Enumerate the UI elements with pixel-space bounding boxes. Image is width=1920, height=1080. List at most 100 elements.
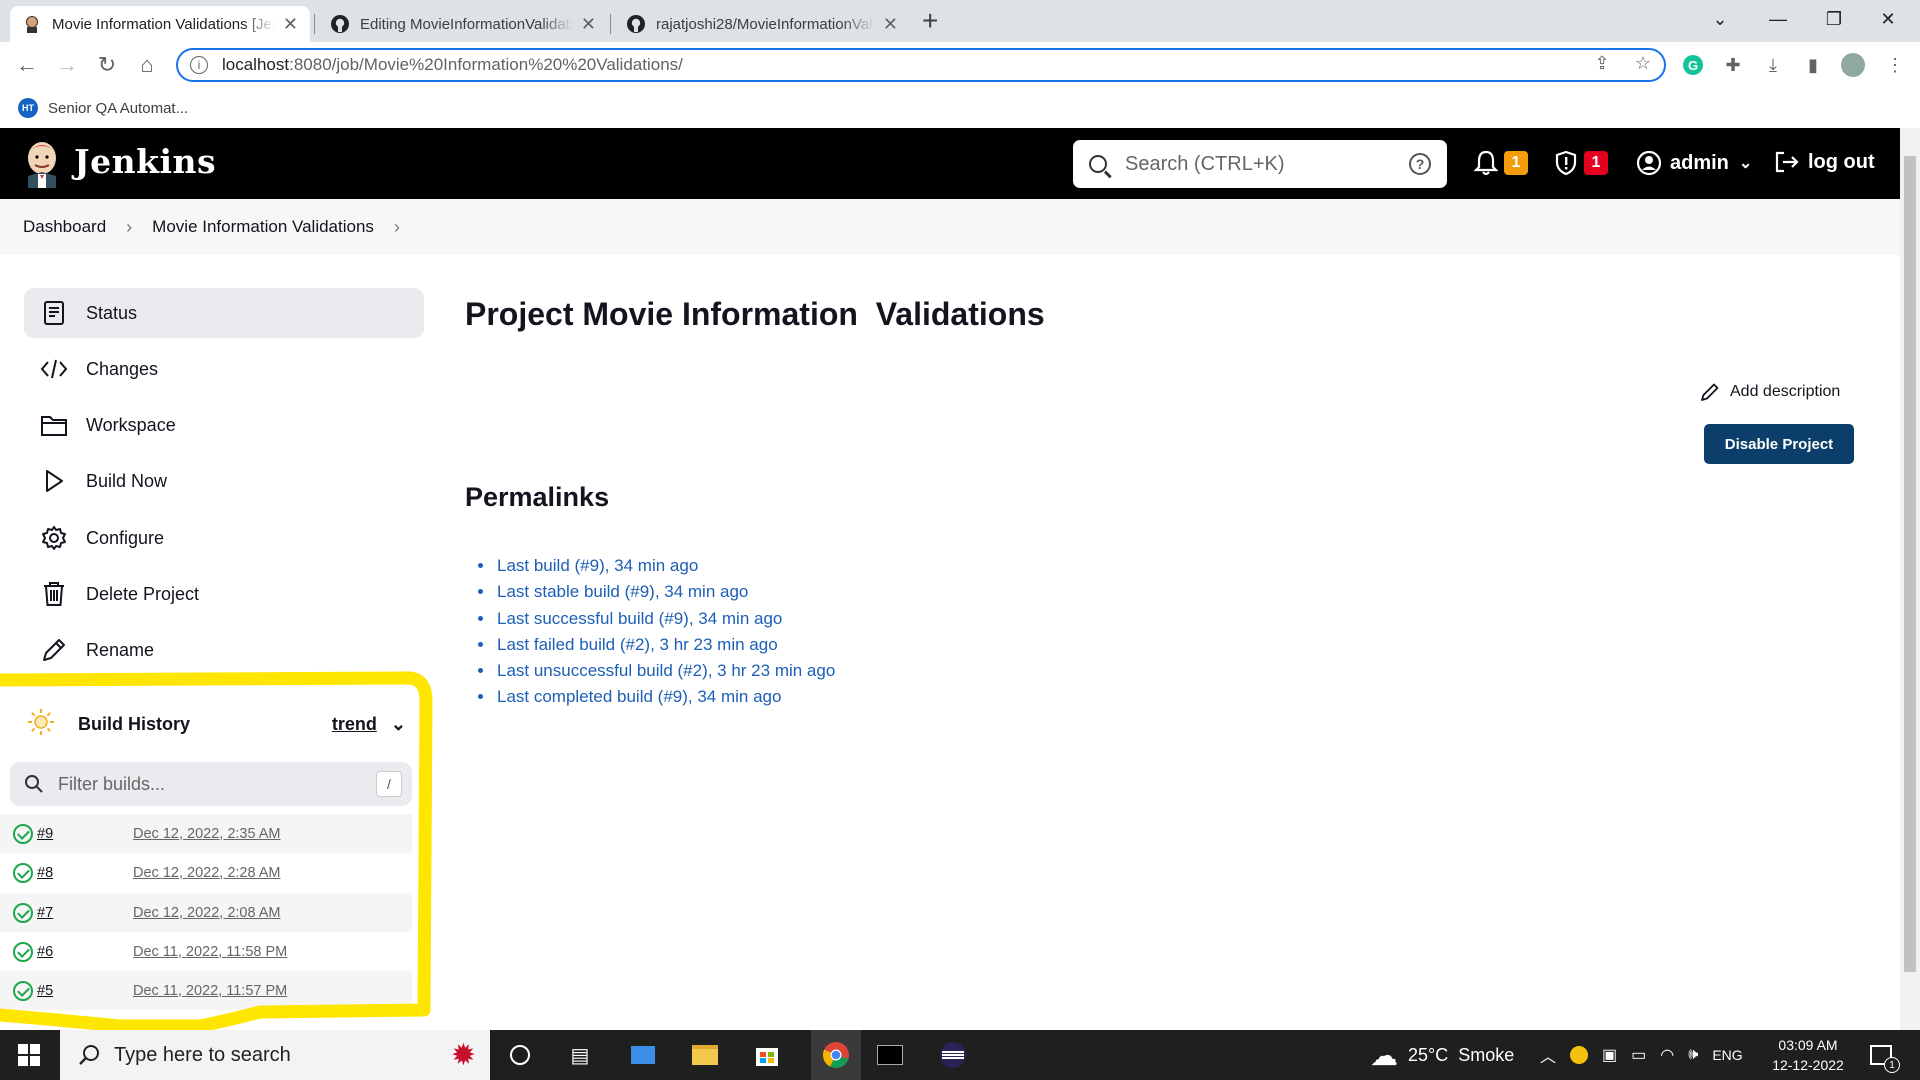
table-row[interactable]: #7 Dec 12, 2022, 2:08 AM [0,893,412,932]
battery-icon[interactable]: ▭ [1631,1045,1646,1065]
chrome-menu-icon[interactable]: ⋮ [1882,52,1908,78]
tray-app-icon[interactable] [1570,1046,1589,1064]
scrollbar-thumb[interactable] [1904,156,1916,972]
add-description-link[interactable]: Add description [1700,382,1840,402]
bookmark-star-icon[interactable]: ☆ [1630,50,1656,76]
profile-avatar[interactable] [1840,52,1866,78]
sidebar-item-workspace[interactable]: Workspace [24,400,424,450]
task-view-icon[interactable]: ▤ [565,1040,595,1070]
bookmark-item[interactable]: Senior QA Automat... [48,100,188,117]
microsoft-store-icon[interactable] [752,1040,782,1070]
breadcrumb-chevron-icon[interactable]: › [394,217,400,238]
sidebar-item-delete-project[interactable]: Delete Project [24,569,424,619]
build-date-link[interactable]: Dec 12, 2022, 2:08 AM [133,905,281,921]
sidebar-item-build-now[interactable]: Build Now [24,456,424,506]
table-row[interactable]: #9 Dec 12, 2022, 2:35 AM [0,814,412,853]
address-bar[interactable]: i localhost:8080/job/Movie%20Information… [176,48,1666,82]
jenkins-logo-icon[interactable] [22,138,62,188]
tab-github-repo[interactable]: rajatjoshi28/MovieInformationValidations… [614,6,910,42]
build-number-link[interactable]: #9 [37,826,133,842]
sidebar-item-rename[interactable]: Rename [24,625,424,675]
new-tab-icon[interactable]: + [922,6,938,36]
sidebar-item-status[interactable]: Status [24,288,424,338]
build-date-link[interactable]: Dec 12, 2022, 2:35 AM [133,826,281,842]
minimize-icon[interactable]: — [1758,4,1798,34]
permalink-last-stable[interactable]: Last stable build (#9), 34 min ago [495,579,835,605]
tab-close-icon[interactable]: ✕ [883,14,898,35]
eclipse-icon[interactable] [938,1040,968,1070]
back-icon[interactable]: ← [14,52,40,78]
filter-builds-input[interactable]: Filter builds... / [10,762,412,806]
browser-tab-strip: Movie Information Validations [Jenkins] … [0,0,1920,42]
build-date-link[interactable]: Dec 12, 2022, 2:28 AM [133,865,281,881]
weather-widget[interactable]: ☁ 25°C Smoke [1370,1030,1514,1080]
notification-center-icon[interactable]: 1 [1866,1040,1900,1073]
site-info-icon[interactable]: i [190,56,208,74]
build-number-link[interactable]: #8 [37,865,133,881]
tray-chevron-up-icon[interactable]: ︿ [1540,1043,1556,1067]
build-number-link[interactable]: #6 [37,944,133,960]
download-icon[interactable]: ⤓ [1760,52,1786,78]
permalink-last-completed[interactable]: Last completed build (#9), 34 min ago [495,684,835,710]
forward-icon[interactable]: → [54,52,80,78]
tab-close-icon[interactable]: ✕ [581,14,596,35]
language-indicator[interactable]: ENG [1712,1047,1742,1063]
close-window-icon[interactable]: ✕ [1868,4,1908,34]
user-menu[interactable]: admin ⌄ [1636,150,1752,176]
jenkins-search-box[interactable]: Search (CTRL+K) ? [1073,140,1447,188]
tab-jenkins[interactable]: Movie Information Validations [Jenkins] … [10,6,310,42]
reload-icon[interactable]: ↻ [94,52,120,78]
cortana-icon[interactable] [505,1040,535,1070]
jenkins-brand[interactable]: Jenkins [74,142,216,181]
bookmarks-bar: HT Senior QA Automat... [0,88,1920,128]
clock[interactable]: 03:09 AM 12-12-2022 [1768,1035,1848,1075]
system-tray: ︿ ▣ ▭ ◠ 🕪 ENG [1540,1030,1743,1080]
breadcrumb-dashboard[interactable]: Dashboard [23,217,106,237]
security-button[interactable]: 1 [1554,150,1608,176]
tab-editing[interactable]: Editing MovieInformationValidations ✕ [318,6,608,42]
table-row[interactable]: #6 Dec 11, 2022, 11:58 PM [0,932,412,971]
extensions-puzzle-icon[interactable]: ✚ [1720,52,1746,78]
app-icon[interactable] [628,1040,658,1070]
build-date-link[interactable]: Dec 11, 2022, 11:58 PM [133,944,287,960]
tab-close-icon[interactable]: ✕ [283,14,298,35]
grammarly-icon[interactable]: G [1680,52,1706,78]
permalink-last-build[interactable]: Last build (#9), 34 min ago [495,553,835,579]
chevron-down-icon[interactable]: ⌄ [391,714,406,735]
permalinks-heading: Permalinks [465,482,610,512]
help-icon[interactable]: ? [1409,153,1431,175]
trend-link[interactable]: trend [332,714,377,735]
permalink-last-successful[interactable]: Last successful build (#9), 34 min ago [495,606,835,632]
document-icon [40,299,68,327]
chrome-icon[interactable] [811,1030,861,1080]
table-row[interactable]: #8 Dec 12, 2022, 2:28 AM [0,853,412,892]
taskbar-search-box[interactable]: Type here to search ✹ [60,1030,490,1080]
sidebar-item-configure[interactable]: Configure [24,513,424,563]
notifications-button[interactable]: 1 [1474,150,1528,176]
windows-start-icon[interactable] [14,1040,44,1070]
wifi-icon[interactable]: ◠ [1660,1045,1674,1065]
restore-icon[interactable]: ❐ [1814,4,1854,34]
chevron-down-icon: ⌄ [1738,155,1753,172]
volume-icon[interactable]: 🕪 [1688,1046,1698,1064]
logout-button[interactable]: log out [1774,150,1875,174]
tab-search-chevron-icon[interactable]: ⌄ [1700,4,1740,34]
home-icon[interactable]: ⌂ [134,52,160,78]
permalink-last-failed[interactable]: Last failed build (#2), 3 hr 23 min ago [495,632,835,658]
sidebar-item-changes[interactable]: Changes [24,344,424,394]
tray-device-icon[interactable]: ▣ [1602,1045,1617,1065]
disable-project-button[interactable]: Disable Project [1704,424,1854,464]
browser-toolbar: ← → ↻ ⌂ i localhost:8080/job/Movie%20Inf… [0,42,1920,88]
permalink-last-unsuccessful[interactable]: Last unsuccessful build (#2), 3 hr 23 mi… [495,658,835,684]
clock-time: 03:09 AM [1778,1037,1838,1053]
breadcrumb-project[interactable]: Movie Information Validations [152,217,374,237]
build-number-link[interactable]: #7 [37,905,133,921]
build-date-link[interactable]: Dec 11, 2022, 11:57 PM [133,983,287,999]
side-panel-icon[interactable]: ▮ [1800,52,1826,78]
page-scrollbar[interactable] [1900,128,1920,1030]
file-explorer-icon[interactable] [690,1040,720,1070]
terminal-icon[interactable] [875,1040,905,1070]
table-row[interactable]: #5 Dec 11, 2022, 11:57 PM [0,971,412,1010]
build-number-link[interactable]: #5 [37,983,133,999]
share-icon[interactable]: ⇪ [1589,50,1615,76]
